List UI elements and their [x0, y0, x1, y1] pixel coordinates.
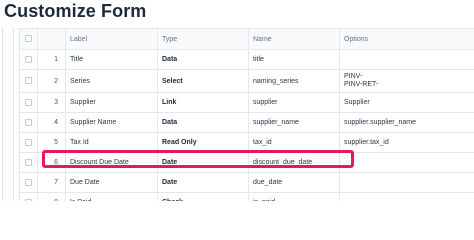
cell-options[interactable]: [339, 192, 474, 201]
cell-type[interactable]: Link: [157, 92, 249, 113]
table-row[interactable]: 1 Title Data title: [19, 49, 474, 70]
row-select-cell[interactable]: [19, 69, 38, 93]
column-header-name: Name: [248, 28, 340, 50]
cell-options[interactable]: PINV- PINV-RET-: [339, 69, 474, 93]
row-select-cell[interactable]: [19, 192, 38, 201]
table-row-highlighted[interactable]: 6 Discount Due Date Date discount_due_da…: [19, 152, 474, 173]
cell-label[interactable]: Due Date: [65, 172, 158, 193]
row-select-cell[interactable]: [19, 172, 38, 193]
cell-type[interactable]: Date: [157, 172, 249, 193]
row-checkbox[interactable]: [25, 198, 32, 201]
cell-type[interactable]: Check: [157, 192, 249, 201]
page-title: Customize Form: [4, 1, 147, 21]
row-index: 8: [37, 192, 66, 201]
customize-form-page: Customize Form Label Type Name Options 1…: [0, 0, 474, 201]
row-checkbox[interactable]: [25, 55, 32, 63]
table-row[interactable]: 4 Supplier Name Data supplier_name suppl…: [19, 112, 474, 133]
column-header-options: Options: [339, 28, 474, 50]
row-index: 1: [37, 49, 66, 70]
row-select-cell[interactable]: [19, 49, 38, 70]
row-checkbox[interactable]: [25, 77, 32, 85]
cell-type[interactable]: Data: [157, 112, 249, 133]
cell-name[interactable]: due_date: [248, 172, 340, 193]
cell-type[interactable]: Read Only: [157, 132, 249, 153]
cell-type[interactable]: Select: [157, 69, 249, 93]
cell-options[interactable]: supplier.supplier_name: [339, 112, 474, 133]
cell-options[interactable]: [339, 172, 474, 193]
row-checkbox[interactable]: [25, 138, 32, 146]
row-checkbox[interactable]: [25, 118, 32, 126]
fields-grid: Label Type Name Options 1 Title Data tit…: [19, 28, 474, 201]
select-all-cell[interactable]: [19, 28, 38, 50]
row-select-cell[interactable]: [19, 92, 38, 113]
cell-name[interactable]: supplier_name: [248, 112, 340, 133]
cell-options[interactable]: Supplier: [339, 92, 474, 113]
cell-options[interactable]: supplier.tax_id: [339, 132, 474, 153]
grid-left-border: [2, 28, 3, 201]
row-select-cell[interactable]: [19, 152, 38, 173]
column-header-label: Label: [65, 28, 158, 50]
table-header-row: Label Type Name Options: [19, 28, 474, 50]
cell-label[interactable]: Discount Due Date: [65, 152, 158, 173]
row-index: 4: [37, 112, 66, 133]
row-select-cell[interactable]: [19, 112, 38, 133]
cell-label[interactable]: Is Paid: [65, 192, 158, 201]
table-row[interactable]: 3 Supplier Link supplier Supplier: [19, 92, 474, 113]
cell-name[interactable]: tax_id: [248, 132, 340, 153]
cell-type[interactable]: Date: [157, 152, 249, 173]
cell-options[interactable]: [339, 152, 474, 173]
row-index: 5: [37, 132, 66, 153]
table-row[interactable]: 5 Tax Id Read Only tax_id supplier.tax_i…: [19, 132, 474, 153]
cell-options[interactable]: [339, 49, 474, 70]
table-row[interactable]: 2 Series Select naming_series PINV- PINV…: [19, 69, 474, 93]
column-header-type: Type: [157, 28, 249, 50]
cell-name[interactable]: title: [248, 49, 340, 70]
row-select-cell[interactable]: [19, 132, 38, 153]
table-row[interactable]: 7 Due Date Date due_date: [19, 172, 474, 193]
cell-label[interactable]: Tax Id: [65, 132, 158, 153]
row-checkbox[interactable]: [25, 158, 32, 166]
option-line: PINV-RET-: [344, 81, 379, 88]
fields-table: Label Type Name Options 1 Title Data tit…: [19, 28, 474, 201]
cell-type[interactable]: Data: [157, 49, 249, 70]
table-row[interactable]: 8 Is Paid Check is_paid: [19, 192, 474, 201]
row-index: 2: [37, 69, 66, 93]
row-checkbox[interactable]: [25, 98, 32, 106]
cell-label[interactable]: Supplier: [65, 92, 158, 113]
row-index: 3: [37, 92, 66, 113]
cell-name[interactable]: supplier: [248, 92, 340, 113]
cell-name[interactable]: discount_due_date: [248, 152, 340, 173]
option-line: PINV-: [344, 73, 363, 80]
cell-label[interactable]: Series: [65, 69, 158, 93]
cell-label[interactable]: Title: [65, 49, 158, 70]
index-header: [37, 28, 66, 50]
grid-left-border-inner: [13, 28, 14, 201]
row-index: 7: [37, 172, 66, 193]
cell-name[interactable]: naming_series: [248, 69, 340, 93]
row-checkbox[interactable]: [25, 178, 32, 186]
row-index: 6: [37, 152, 66, 173]
select-all-checkbox[interactable]: [25, 35, 32, 43]
cell-label[interactable]: Supplier Name: [65, 112, 158, 133]
cell-name[interactable]: is_paid: [248, 192, 340, 201]
